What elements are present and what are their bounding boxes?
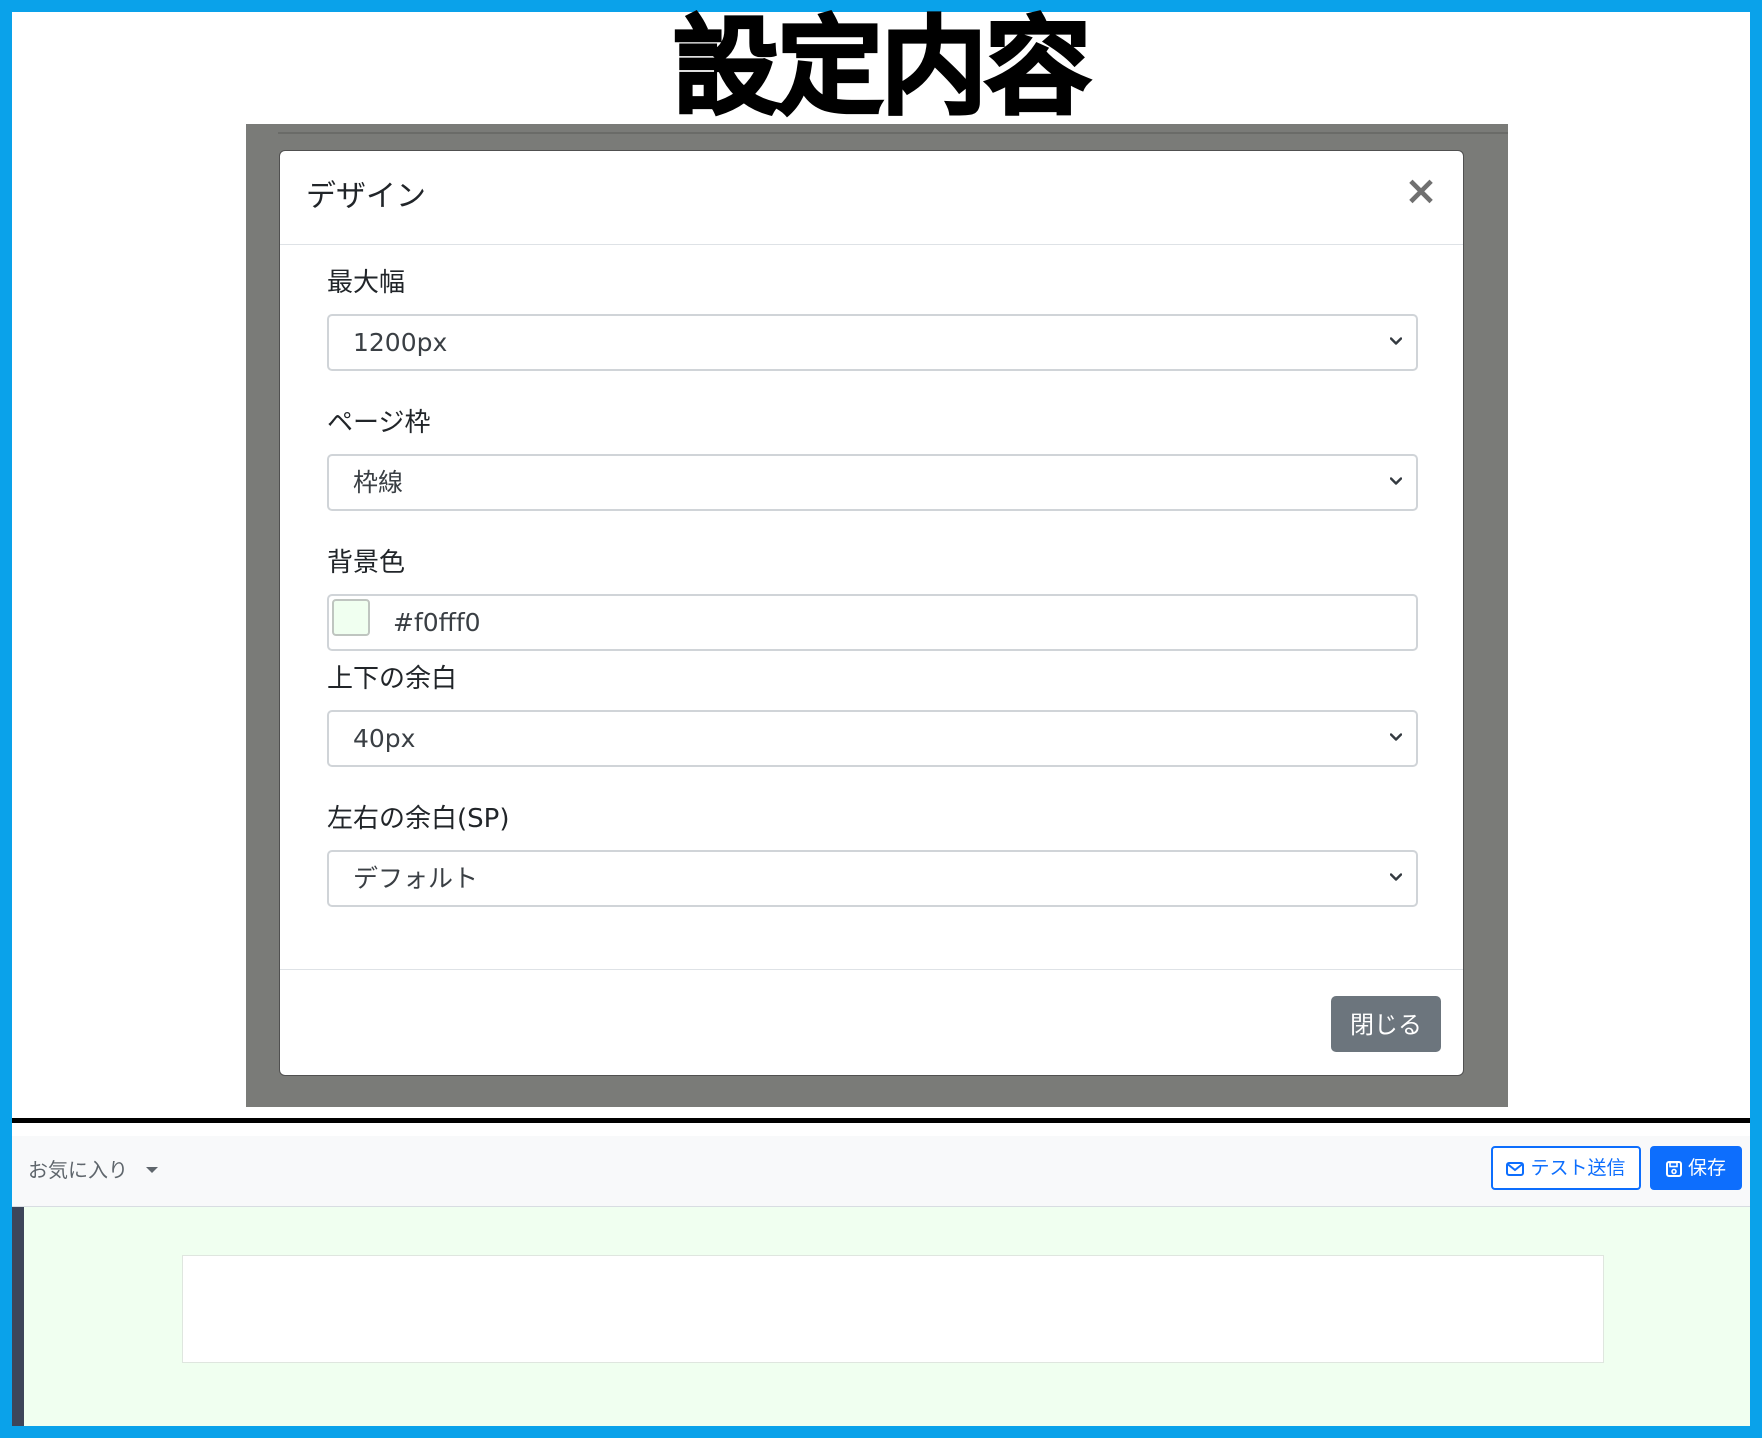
page-frame-select[interactable]: 枠線 [327,454,1418,511]
color-swatch[interactable] [332,599,370,636]
chevron-down-icon [1390,873,1402,881]
floppy-disk-icon [1665,1160,1682,1177]
form-group-horizontal-margin-sp: 左右の余白(SP) デフォルト [327,802,1418,907]
chevron-down-icon [1390,477,1402,485]
modal-footer: 閉じる [280,969,1463,1075]
horizontal-margin-sp-value: デフォルト [353,864,479,893]
max-width-select[interactable]: 1200px [327,314,1418,371]
max-width-value: 1200px [353,328,448,357]
test-send-button[interactable]: テスト送信 [1491,1146,1641,1190]
background-color-input[interactable]: #f0fff0 [327,594,1418,651]
section-divider [12,1118,1750,1123]
horizontal-margin-sp-label: 左右の余白(SP) [327,804,510,834]
backdrop-underlying-edge [278,124,1508,134]
background-color-value: #f0fff0 [393,608,481,637]
chevron-down-icon [1390,337,1402,345]
test-send-label: テスト送信 [1530,1157,1626,1179]
sidebar-strip [12,1207,24,1426]
form-group-background-color: 背景色 #f0fff0 [327,546,1418,651]
form-group-vertical-margin: 上下の余白 40px [327,662,1418,767]
modal-title: デザイン [306,179,426,214]
close-icon[interactable]: × [1401,171,1441,211]
save-button[interactable]: 保存 [1650,1146,1742,1190]
content-block[interactable] [182,1255,1604,1363]
design-modal: デザイン × 最大幅 1200px ページ枠 枠線 背景色 #f0fff0 上下… [279,150,1464,1076]
vertical-margin-value: 40px [353,724,416,753]
editor-toolbar: お気に入り テスト送信 保存 [12,1136,1750,1207]
vertical-margin-label: 上下の余白 [327,664,458,694]
save-label: 保存 [1687,1157,1726,1179]
background-color-label: 背景色 [327,548,406,578]
envelope-icon [1506,1161,1525,1176]
chevron-down-icon [1390,733,1402,741]
favorites-dropdown[interactable]: お気に入り [28,1156,128,1184]
email-preview-area [12,1207,1750,1426]
vertical-margin-select[interactable]: 40px [327,710,1418,767]
close-button[interactable]: 閉じる [1331,996,1441,1052]
page-frame-value: 枠線 [353,468,404,497]
horizontal-margin-sp-select[interactable]: デフォルト [327,850,1418,907]
max-width-label: 最大幅 [327,268,406,298]
caret-down-icon[interactable] [146,1167,158,1173]
modal-header: デザイン × [280,151,1463,245]
form-group-page-frame: ページ枠 枠線 [327,406,1418,511]
page-frame-label: ページ枠 [327,408,431,438]
form-group-max-width: 最大幅 1200px [327,266,1418,371]
page-title: 設定内容 [672,6,1093,129]
